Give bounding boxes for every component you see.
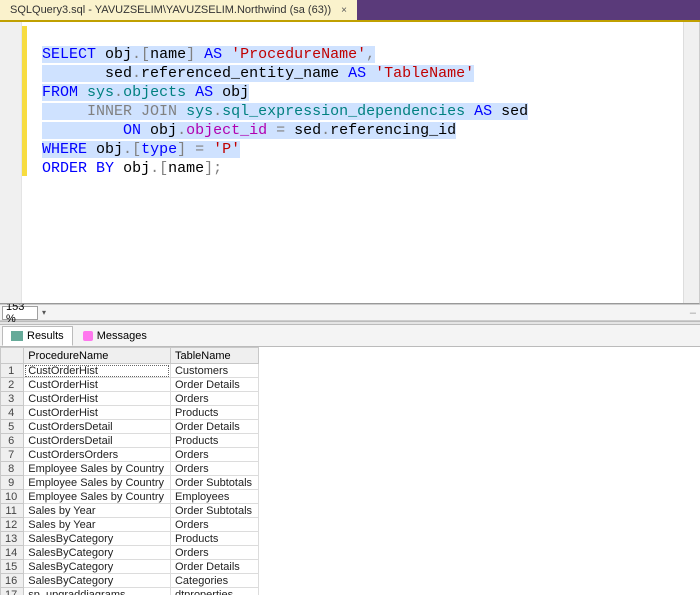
cell[interactable]: Products (170, 434, 258, 448)
cell[interactable]: CustOrdersDetail (24, 420, 171, 434)
col-header-0[interactable]: ProcedureName (24, 348, 171, 364)
close-icon[interactable]: × (337, 5, 351, 16)
cell[interactable]: Order Subtotals (170, 476, 258, 490)
cell[interactable]: SalesByCategory (24, 574, 171, 588)
cell[interactable]: Sales by Year (24, 504, 171, 518)
document-tab[interactable]: SQLQuery3.sql - YAVUZSELIM\YAVUZSELIM.No… (0, 0, 357, 20)
cell[interactable]: SalesByCategory (24, 560, 171, 574)
table-row[interactable]: 13SalesByCategoryProducts (1, 532, 259, 546)
cell[interactable]: Order Details (170, 420, 258, 434)
cell[interactable]: Orders (170, 462, 258, 476)
cell[interactable]: SalesByCategory (24, 546, 171, 560)
table-row[interactable]: 8Employee Sales by CountryOrders (1, 462, 259, 476)
cell[interactable]: CustOrderHist (24, 378, 171, 392)
results-grid-wrap[interactable]: ProcedureName TableName 1CustOrderHistCu… (0, 347, 700, 595)
col-header-1[interactable]: TableName (170, 348, 258, 364)
tab-bar: SQLQuery3.sql - YAVUZSELIM\YAVUZSELIM.No… (0, 0, 700, 22)
row-number[interactable]: 17 (1, 588, 24, 595)
cell[interactable]: SalesByCategory (24, 532, 171, 546)
row-number[interactable]: 12 (1, 518, 24, 532)
tab-results-label: Results (27, 330, 64, 342)
row-number[interactable]: 3 (1, 392, 24, 406)
row-number[interactable]: 8 (1, 462, 24, 476)
cell[interactable]: CustOrderHist (24, 364, 171, 378)
cell[interactable]: Orders (170, 448, 258, 462)
cell[interactable]: Order Details (170, 560, 258, 574)
results-tab-bar: Results Messages (0, 325, 700, 347)
cell[interactable]: CustOrdersDetail (24, 434, 171, 448)
zoom-bar: 153 % ▾ – (0, 304, 700, 321)
results-grid[interactable]: ProcedureName TableName 1CustOrderHistCu… (0, 347, 259, 595)
table-row[interactable]: 7CustOrdersOrdersOrders (1, 448, 259, 462)
table-row[interactable]: 9Employee Sales by CountryOrder Subtotal… (1, 476, 259, 490)
chevron-down-icon[interactable]: ▾ (38, 308, 50, 317)
cell[interactable]: Employee Sales by Country (24, 490, 171, 504)
table-row[interactable]: 1CustOrderHistCustomers (1, 364, 259, 378)
zoom-input[interactable]: 153 % (2, 306, 38, 320)
cell[interactable]: dtproperties (170, 588, 258, 595)
cell[interactable]: sp_upgraddiagrams (24, 588, 171, 595)
cell[interactable]: CustOrderHist (24, 392, 171, 406)
cell[interactable]: Orders (170, 518, 258, 532)
vertical-scrollbar[interactable] (683, 22, 699, 303)
row-number-header (1, 348, 24, 364)
row-number[interactable]: 16 (1, 574, 24, 588)
row-number[interactable]: 7 (1, 448, 24, 462)
table-row[interactable]: 12Sales by YearOrders (1, 518, 259, 532)
row-number[interactable]: 15 (1, 560, 24, 574)
cell[interactable]: Employee Sales by Country (24, 476, 171, 490)
table-row[interactable]: 15SalesByCategoryOrder Details (1, 560, 259, 574)
sql-editor[interactable]: SELECT obj.[name] AS 'ProcedureName', se… (0, 22, 700, 304)
table-row[interactable]: 3CustOrderHistOrders (1, 392, 259, 406)
margin-highlight (22, 26, 27, 176)
cell[interactable]: Orders (170, 392, 258, 406)
code-text: SELECT obj.[name] AS 'ProcedureName', se… (42, 26, 528, 197)
cell[interactable]: Products (170, 532, 258, 546)
row-number[interactable]: 14 (1, 546, 24, 560)
table-row[interactable]: 6CustOrdersDetailProducts (1, 434, 259, 448)
cell[interactable]: Order Subtotals (170, 504, 258, 518)
row-number[interactable]: 5 (1, 420, 24, 434)
tab-results[interactable]: Results (2, 326, 73, 346)
table-row[interactable]: 14SalesByCategoryOrders (1, 546, 259, 560)
zoom-dash: – (690, 307, 696, 319)
row-number[interactable]: 2 (1, 378, 24, 392)
cell[interactable]: CustOrdersOrders (24, 448, 171, 462)
row-number[interactable]: 1 (1, 364, 24, 378)
grid-icon (11, 331, 23, 341)
cell[interactable]: Categories (170, 574, 258, 588)
messages-icon (83, 331, 93, 341)
row-number[interactable]: 11 (1, 504, 24, 518)
table-row[interactable]: 11Sales by YearOrder Subtotals (1, 504, 259, 518)
table-row[interactable]: 4CustOrderHistProducts (1, 406, 259, 420)
row-number[interactable]: 9 (1, 476, 24, 490)
cell[interactable]: Employee Sales by Country (24, 462, 171, 476)
cell[interactable]: Customers (170, 364, 258, 378)
row-number[interactable]: 13 (1, 532, 24, 546)
row-number[interactable]: 6 (1, 434, 24, 448)
cell[interactable]: Employees (170, 490, 258, 504)
tab-title: SQLQuery3.sql - YAVUZSELIM\YAVUZSELIM.No… (10, 4, 331, 16)
cell[interactable]: Products (170, 406, 258, 420)
table-row[interactable]: 2CustOrderHistOrder Details (1, 378, 259, 392)
tab-messages[interactable]: Messages (75, 327, 155, 345)
cell[interactable]: Sales by Year (24, 518, 171, 532)
cell[interactable]: Orders (170, 546, 258, 560)
editor-gutter (0, 22, 22, 303)
table-row[interactable]: 16SalesByCategoryCategories (1, 574, 259, 588)
cell[interactable]: Order Details (170, 378, 258, 392)
table-row[interactable]: 17sp_upgraddiagramsdtproperties (1, 588, 259, 595)
row-number[interactable]: 4 (1, 406, 24, 420)
cell[interactable]: CustOrderHist (24, 406, 171, 420)
table-row[interactable]: 5CustOrdersDetailOrder Details (1, 420, 259, 434)
row-number[interactable]: 10 (1, 490, 24, 504)
table-row[interactable]: 10Employee Sales by CountryEmployees (1, 490, 259, 504)
header-row: ProcedureName TableName (1, 348, 259, 364)
zoom-value: 153 % (6, 301, 37, 325)
tab-messages-label: Messages (97, 330, 147, 342)
